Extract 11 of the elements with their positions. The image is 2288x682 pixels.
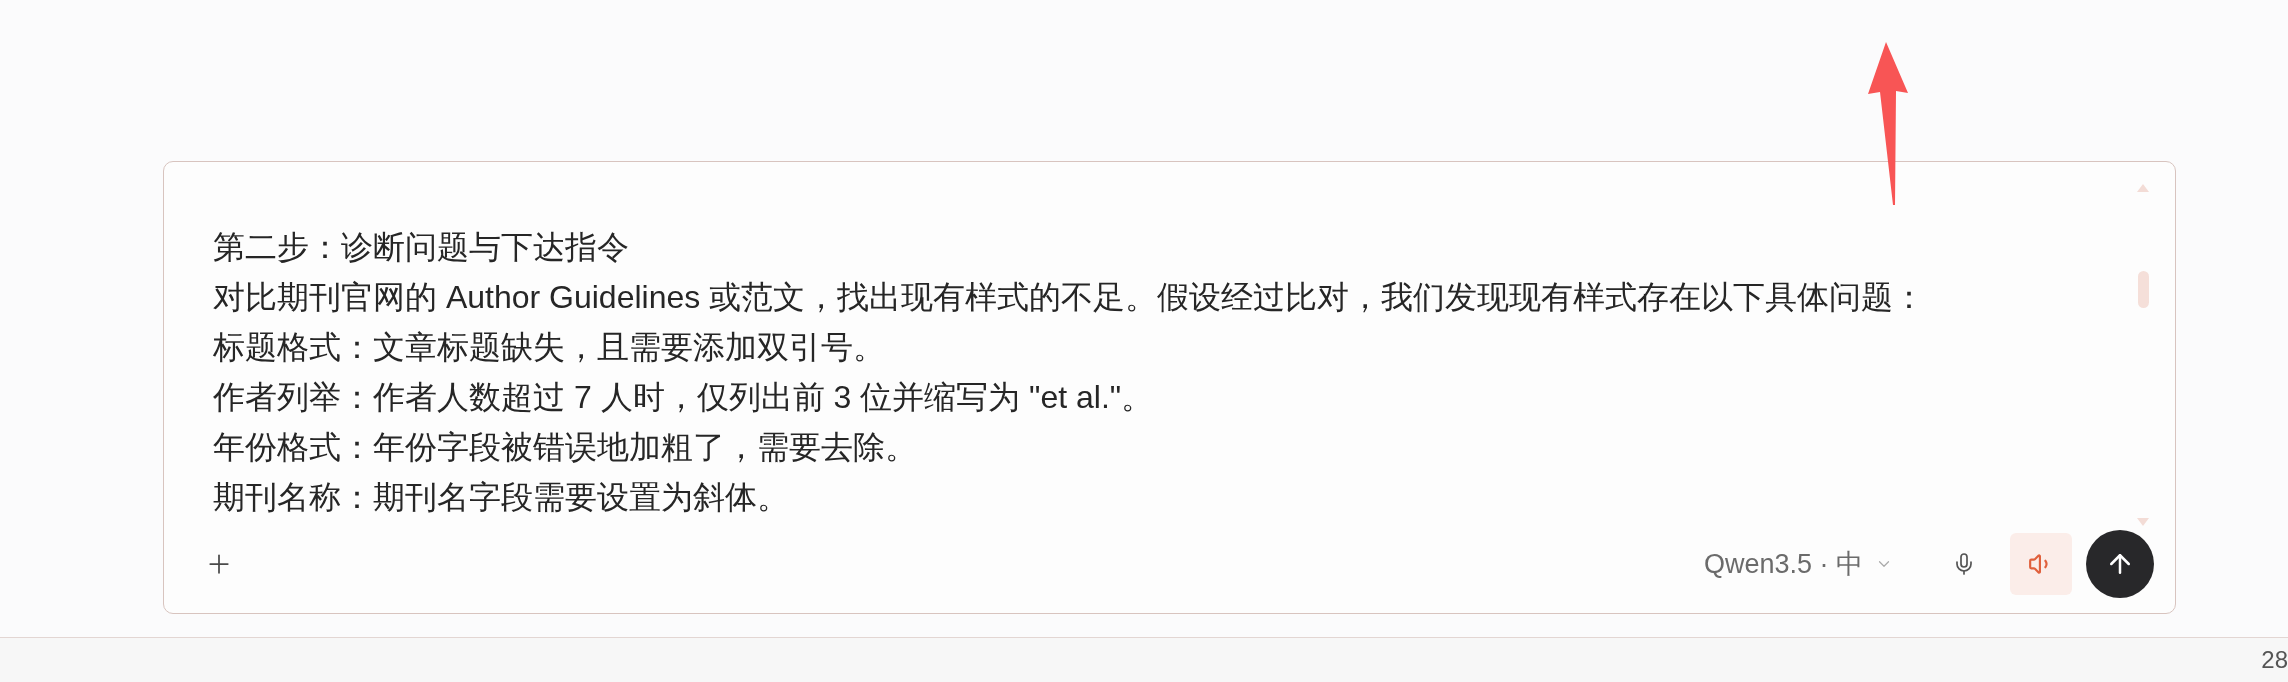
model-selector[interactable]: Qwen3.5 · 中 (1703, 543, 1893, 585)
message-line: 年份格式：年份字段被错误地加粗了，需要去除。 (213, 428, 917, 467)
message-line: 第二步：诊断问题与下达指令 (213, 228, 629, 267)
message-line: 期刊名称：期刊名字段需要设置为斜体。 (213, 478, 789, 517)
scrollbar-thumb[interactable] (2137, 271, 2149, 308)
message-input[interactable]: 第二步：诊断问题与下达指令 对比期刊官网的 Author Guidelines 或范文，找出现有样式的不足。假设经过比对，我们发现现有样式存在以下具体问题： 标题格式：文章标题缺失，且需要添加双引号。 作者列举：作者人数超过 7 人时，仅列出前 3 位并缩写为 "et al."。 年份格式：年份字段被错误地加粗了，需要去除。 期刊名称：期刊名字段需要设置为斜体。 (164, 162, 2136, 532)
message-line: 标题格式：文章标题缺失，且需要添加双引号。 (213, 328, 885, 367)
speaker-button[interactable] (2010, 533, 2072, 595)
message-line: 对比期刊官网的 Author Guidelines 或范文，找出现有样式的不足。假设经过比对，我们发现现有样式存在以下具体问题： (213, 278, 1926, 317)
status-text: 28 (2261, 645, 2288, 675)
message-line: 作者列举：作者人数超过 7 人时，仅列出前 3 位并缩写为 "et al."。 (213, 378, 1154, 417)
